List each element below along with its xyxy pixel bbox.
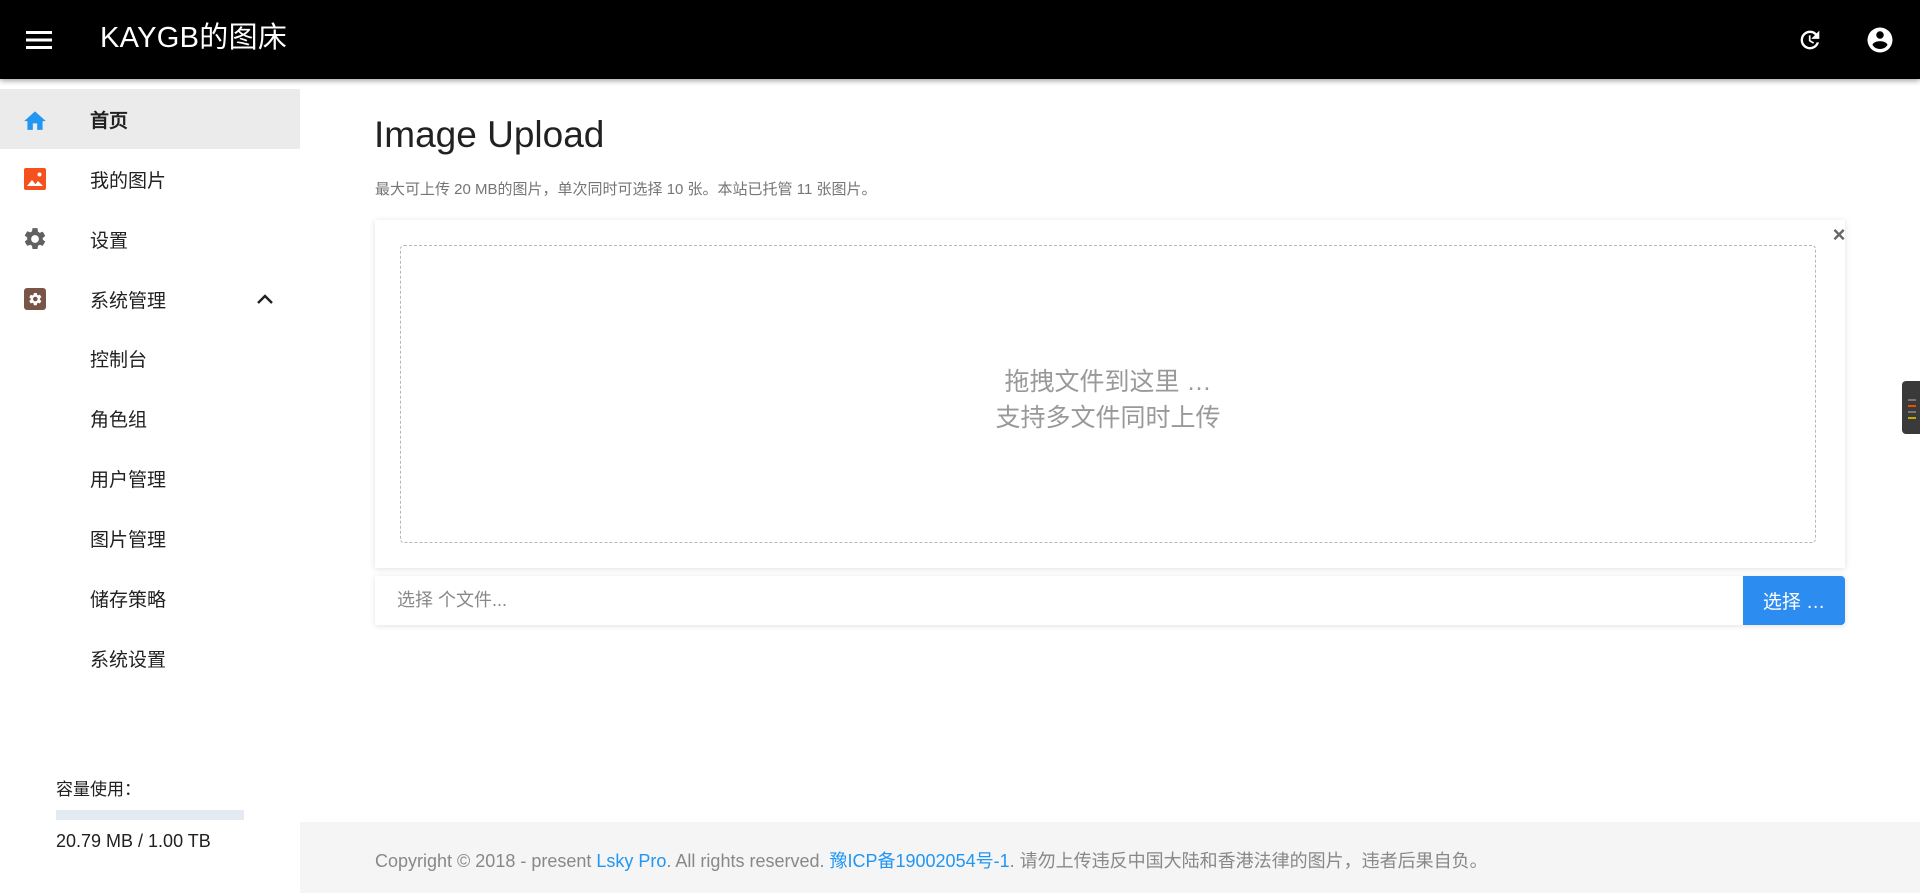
dropzone-subhint: 支持多文件同时上传: [995, 404, 1221, 432]
page-title: Image Upload: [374, 114, 605, 155]
sidebar-subitem-images[interactable]: 图片管理: [0, 508, 300, 568]
admin-settings-icon: [21, 285, 49, 313]
sidebar: 首页 我的图片 设置 系统管理 控制台 角色组 用户管理 图片管理 储存策略 系…: [0, 79, 300, 893]
file-caption-input[interactable]: [375, 576, 1743, 625]
sidebar-subitem-label: 图片管理: [90, 529, 167, 551]
sidebar-item-settings[interactable]: 设置: [0, 209, 300, 269]
footer-text: Copyright © 2018 - present Lsky Pro. All…: [375, 847, 1488, 873]
upload-card: × 拖拽文件到这里 … 支持多文件同时上传: [375, 220, 1845, 568]
lsky-pro-link[interactable]: Lsky Pro: [596, 851, 666, 871]
sidebar-item-my-images[interactable]: 我的图片: [0, 149, 300, 209]
sidebar-item-label: 我的图片: [90, 170, 167, 192]
sidebar-item-home[interactable]: 首页: [0, 89, 300, 149]
chevron-up-icon[interactable]: [254, 288, 276, 310]
sidebar-subitem-label: 用户管理: [90, 469, 167, 491]
storage-value: 20.79 MB / 1.00 TB: [56, 831, 211, 851]
footer-rights: . All rights reserved.: [666, 851, 830, 871]
icp-link[interactable]: 豫ICP备19002054号-1: [830, 851, 1010, 871]
app-title[interactable]: KAYGB的图床: [100, 18, 287, 58]
sidebar-subitem-label: 系统设置: [90, 649, 167, 671]
sidebar-subitem-roles[interactable]: 角色组: [0, 388, 300, 448]
sidebar-subitem-storage-strategy[interactable]: 储存策略: [0, 568, 300, 628]
account-circle-icon[interactable]: [1862, 22, 1898, 58]
home-icon: [21, 105, 49, 133]
footer-copyright: Copyright © 2018 - present: [375, 851, 597, 871]
sidebar-subitem-system-settings[interactable]: 系统设置: [0, 628, 300, 688]
gear-icon: [21, 225, 49, 253]
sidebar-item-system-admin[interactable]: 系统管理: [0, 269, 300, 329]
side-panel-handle[interactable]: [1902, 381, 1920, 434]
refresh-icon[interactable]: [1792, 22, 1828, 58]
storage-label: 容量使用：: [56, 780, 141, 799]
sidebar-subitem-users[interactable]: 用户管理: [0, 448, 300, 508]
storage-progress-bar: [56, 810, 244, 820]
sidebar-item-label: 首页: [90, 110, 129, 132]
close-icon[interactable]: ×: [1826, 222, 1852, 248]
sidebar-item-label: 系统管理: [90, 290, 167, 312]
browse-button[interactable]: 选择 …: [1743, 576, 1845, 625]
sidebar-subitem-label: 控制台: [90, 349, 148, 371]
dropzone-hint: 拖拽文件到这里 …: [1004, 368, 1212, 396]
dropzone[interactable]: 拖拽文件到这里 … 支持多文件同时上传: [400, 245, 1816, 543]
file-select-row: 选择 …: [375, 576, 1845, 625]
sidebar-subitem-console[interactable]: 控制台: [0, 328, 300, 388]
upload-limits-text: 最大可上传 20 MB的图片，单次同时可选择 10 张。本站已托管 11 张图片…: [375, 181, 877, 198]
image-icon: [21, 165, 49, 193]
sidebar-item-label: 设置: [90, 230, 129, 252]
menu-icon[interactable]: [22, 23, 56, 57]
sidebar-subitem-label: 角色组: [90, 409, 148, 431]
footer: Copyright © 2018 - present Lsky Pro. All…: [300, 822, 1920, 893]
sidebar-subitem-label: 储存策略: [90, 589, 167, 611]
top-app-bar: KAYGB的图床: [0, 0, 1920, 79]
footer-notice: . 请勿上传违反中国大陆和香港法律的图片，违者后果自负。: [1009, 851, 1488, 871]
